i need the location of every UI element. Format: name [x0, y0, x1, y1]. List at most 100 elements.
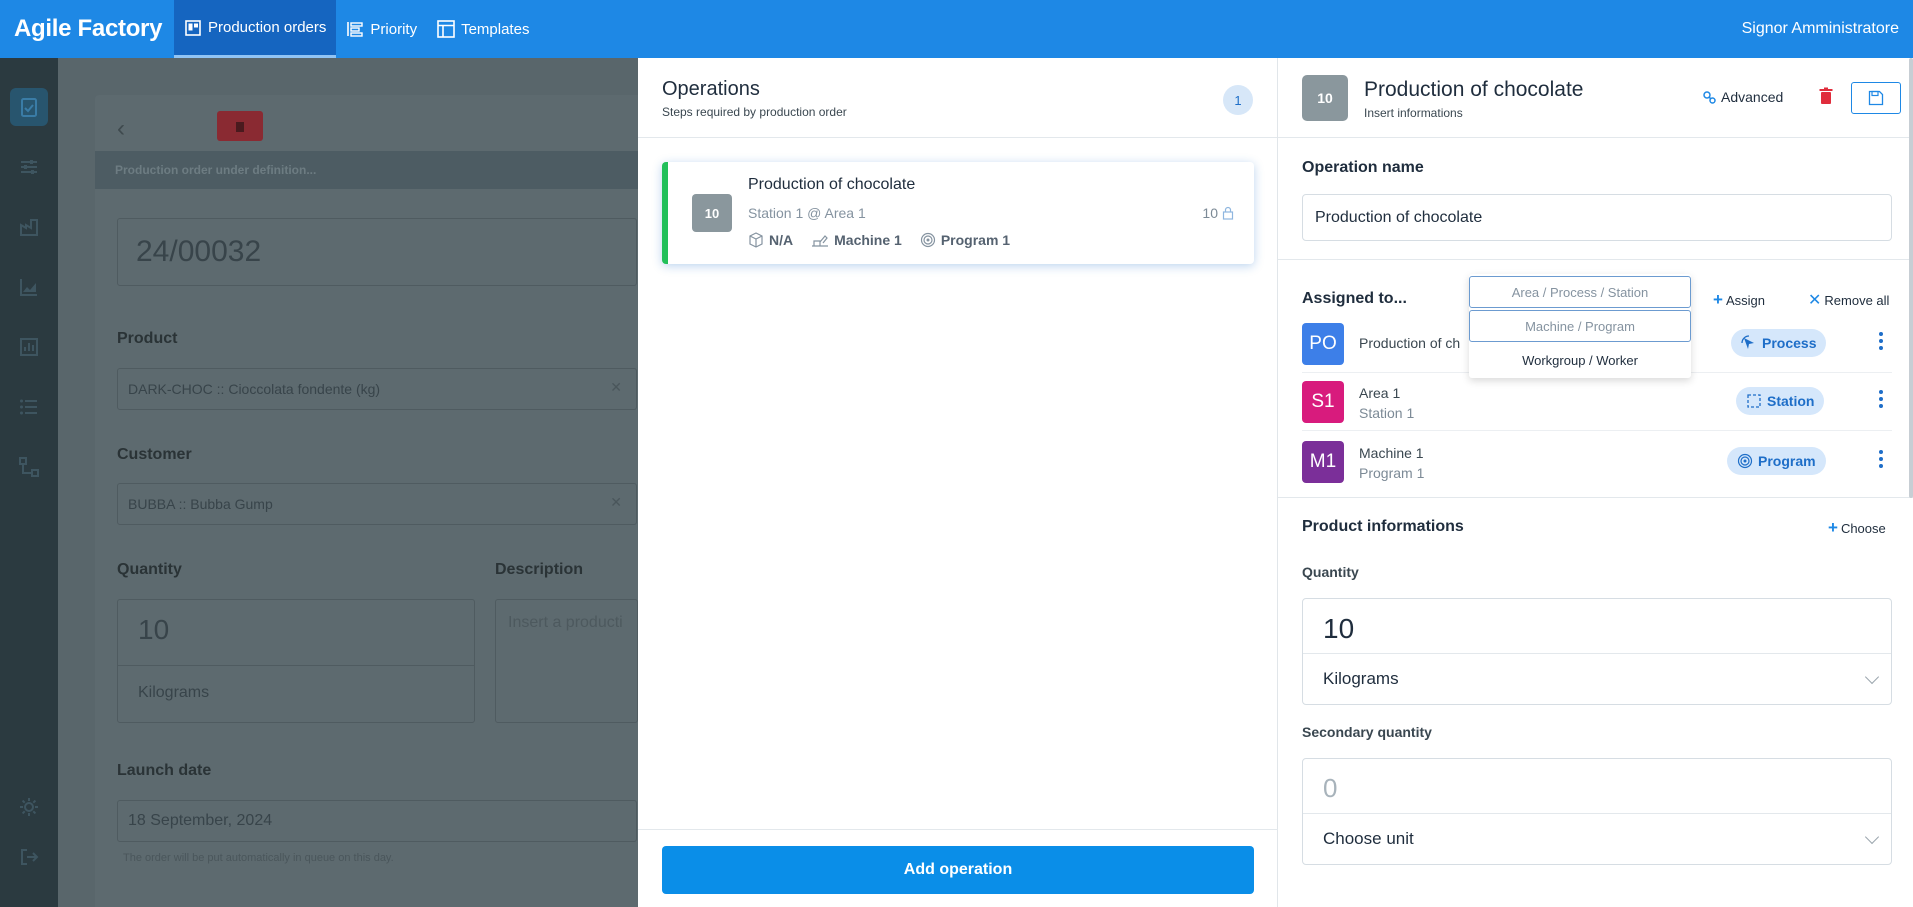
background-order-form: ‹ Production order under definition... 2…: [58, 58, 655, 907]
operations-panel: Operations Steps required by production …: [638, 58, 1278, 907]
trash-icon: [236, 122, 244, 132]
more-options-icon[interactable]: [1878, 332, 1884, 350]
assignment-row[interactable]: M1 Machine 1 Program 1 Program: [1302, 433, 1892, 491]
machine-icon: [812, 235, 829, 247]
sidebar-stats-icon[interactable]: [10, 328, 48, 366]
chevron-down-icon: [1864, 669, 1880, 685]
user-menu[interactable]: Signor Amministratore: [1742, 20, 1913, 38]
sidebar-list-icon[interactable]: [10, 388, 48, 426]
quantity-value[interactable]: 10: [1303, 599, 1891, 654]
quantity-unit-value: Kilograms: [1323, 669, 1399, 688]
secondary-unit-select[interactable]: Choose unit: [1303, 814, 1891, 864]
operation-meta: N/A Machine 1 Program 1: [748, 232, 1010, 248]
nav-priority-label: Priority: [370, 20, 418, 38]
sidebar-logout-icon[interactable]: [10, 838, 48, 876]
assignment-type-pill[interactable]: Process: [1731, 329, 1827, 357]
clear-product-icon[interactable]: ✕: [610, 379, 622, 396]
operations-title: Operations: [662, 78, 760, 100]
box-icon: [749, 232, 763, 248]
program-icon: [1737, 453, 1753, 469]
operation-name-section: Operation name Production of chocolate: [1278, 138, 1913, 260]
sidebar-chart-icon[interactable]: [10, 268, 48, 306]
customer-select[interactable]: BUBBA :: Bubba Gump ✕: [117, 483, 637, 525]
operation-card[interactable]: 10 Production of chocolate Station 1 @ A…: [662, 162, 1254, 264]
sidebar-orders-icon[interactable]: [10, 88, 48, 126]
assignment-type-label: Station: [1767, 393, 1815, 409]
operations-footer: Add operation: [638, 829, 1278, 907]
delete-order-button[interactable]: [217, 111, 263, 141]
quantity-field[interactable]: 10 Kilograms: [117, 599, 475, 723]
lock-icon: [1222, 206, 1234, 220]
assignment-name: Production of ch: [1359, 335, 1461, 351]
secondary-quantity-field[interactable]: 0 Choose unit: [1302, 758, 1892, 865]
sidebar-factory-icon[interactable]: [10, 208, 48, 246]
quantity-value: 10: [118, 600, 474, 666]
assign-label: Assign: [1725, 292, 1765, 308]
remove-all-button[interactable]: ✕ Remove all: [1808, 290, 1889, 310]
priority-list-icon: [346, 20, 364, 38]
save-icon: [1868, 90, 1884, 106]
quantity-unit-select[interactable]: Kilograms: [1303, 654, 1891, 704]
top-navbar: Agile Factory Production orders Priority…: [0, 0, 1913, 58]
menu-item-machine-program[interactable]: Machine / Program: [1469, 310, 1691, 342]
secondary-quantity-value[interactable]: 0: [1303, 759, 1891, 814]
app-brand[interactable]: Agile Factory: [0, 15, 174, 43]
nav-priority[interactable]: Priority: [336, 0, 427, 58]
sidebar-flow-icon[interactable]: [10, 448, 48, 486]
quantity-field[interactable]: 10 Kilograms: [1302, 598, 1892, 705]
save-operation-button[interactable]: [1851, 82, 1901, 114]
product-info-label: Product informations: [1302, 518, 1464, 535]
plus-icon: +: [1828, 518, 1838, 537]
program-icon: [920, 232, 935, 248]
more-options-icon[interactable]: [1878, 450, 1884, 468]
station-icon: [1747, 394, 1761, 408]
back-chevron-icon[interactable]: ‹: [117, 115, 125, 143]
assigned-label: Assigned to...: [1302, 290, 1407, 307]
assignment-type-label: Process: [1762, 335, 1817, 351]
detail-title: Production of chocolate: [1364, 78, 1584, 101]
nav-production-orders[interactable]: Production orders: [174, 0, 337, 58]
detail-scrollbar[interactable]: [1909, 58, 1913, 498]
kanban-board-icon: [184, 19, 202, 37]
order-number-field[interactable]: 24/00032: [117, 218, 637, 286]
menu-item-area-process-station[interactable]: Area / Process / Station: [1469, 276, 1691, 308]
operation-program-value: Program 1: [940, 232, 1011, 248]
nav-production-orders-label: Production orders: [208, 19, 327, 36]
sidebar-filters-icon[interactable]: [10, 148, 48, 186]
assignment-type-pill[interactable]: Program: [1727, 447, 1826, 475]
choose-product-button[interactable]: + Choose: [1828, 518, 1886, 538]
add-operation-button[interactable]: Add operation: [662, 846, 1254, 894]
description-field[interactable]: Insert a producti: [495, 599, 638, 723]
assignment-type-label: Program: [1758, 453, 1816, 469]
assign-button[interactable]: + Assign: [1713, 290, 1765, 310]
quantity-unit: Kilograms: [138, 684, 210, 701]
remove-all-label: Remove all: [1824, 292, 1890, 308]
launch-date-label: Launch date: [117, 762, 212, 779]
product-select[interactable]: DARK-CHOC :: Cioccolata fondente (kg) ✕: [117, 368, 637, 410]
launch-date-field[interactable]: 18 September, 2024: [117, 800, 637, 842]
more-options-icon[interactable]: [1878, 390, 1884, 408]
assignment-row[interactable]: S1 Area 1 Station 1 Station: [1302, 373, 1892, 431]
operation-name-input[interactable]: Production of chocolate: [1302, 194, 1892, 241]
assignment-type-pill[interactable]: Station: [1736, 387, 1825, 415]
avatar: S1: [1302, 381, 1344, 423]
nav-templates[interactable]: Templates: [427, 0, 539, 58]
menu-item-workgroup-worker[interactable]: Workgroup / Worker: [1469, 344, 1691, 376]
operation-machine: Machine 1: [811, 232, 902, 248]
secondary-unit-value: Choose unit: [1323, 829, 1414, 848]
assignment-sub: Station 1: [1359, 405, 1415, 421]
quantity-label: Quantity: [1302, 564, 1359, 580]
assignment-name: Area 1: [1359, 385, 1401, 401]
operations-count-badge: 1: [1223, 85, 1253, 115]
nav-templates-label: Templates: [461, 20, 530, 38]
operations-subtitle: Steps required by production order: [662, 105, 847, 119]
advanced-button[interactable]: Advanced: [1702, 89, 1783, 105]
secondary-quantity-label: Secondary quantity: [1302, 724, 1432, 740]
trash-icon: [1819, 87, 1833, 104]
clear-customer-icon[interactable]: ✕: [610, 494, 622, 511]
sidebar-settings-icon[interactable]: [10, 788, 48, 826]
process-icon: [1741, 335, 1754, 349]
delete-operation-button[interactable]: [1819, 87, 1833, 110]
operation-location: Station 1 @ Area 1: [748, 205, 866, 221]
chevron-down-icon: [1864, 829, 1880, 845]
